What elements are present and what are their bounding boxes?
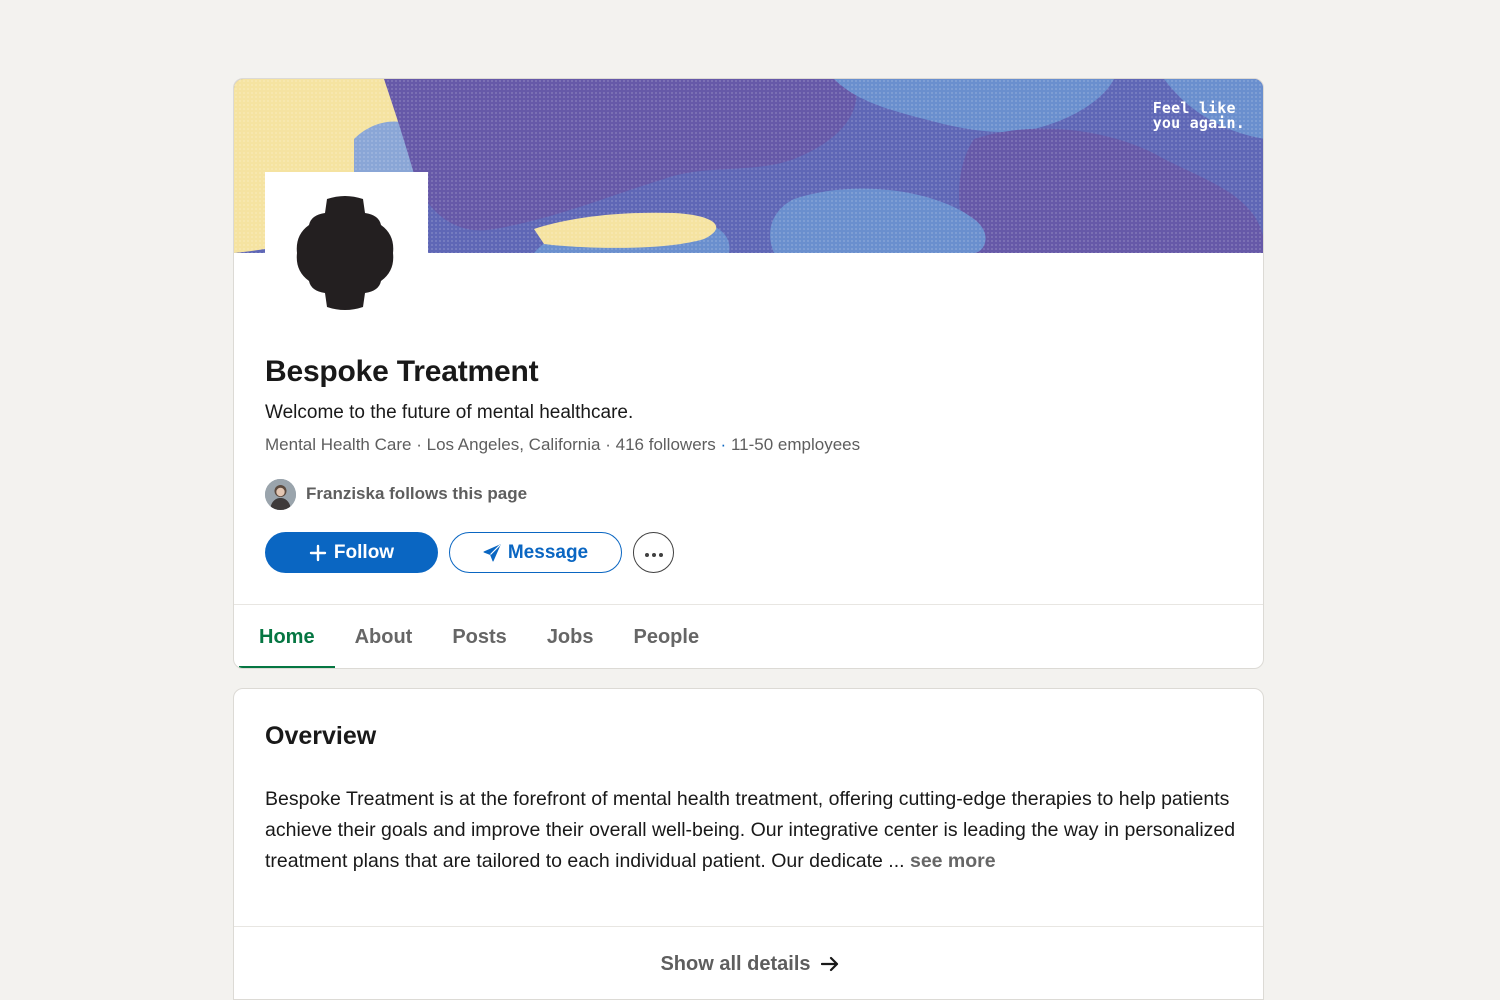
show-all-label: Show all details (660, 952, 811, 975)
overview-card: Overview Bespoke Treatment is at the for… (233, 688, 1264, 1000)
banner-tagline: Feel like you again. (1152, 99, 1245, 132)
company-profile-card: Feel like you again. Bespoke Treatment W… (233, 78, 1264, 669)
tab-people[interactable]: People (614, 605, 720, 668)
company-name: Bespoke Treatment (265, 355, 539, 388)
overview-title: Overview (265, 722, 377, 750)
tab-about[interactable]: About (335, 605, 433, 668)
industry: Mental Health Care (265, 435, 412, 454)
avatar (265, 478, 296, 510)
page-tabs: Home About Posts Jobs People (239, 605, 720, 668)
arrow-right-icon (820, 956, 839, 972)
overview-body: Bespoke Treatment is at the forefront of… (265, 784, 1240, 877)
see-more-link[interactable]: see more (910, 850, 996, 872)
meta-separator: · (605, 435, 611, 454)
company-tagline: Welcome to the future of mental healthca… (265, 402, 634, 423)
overview-description: Bespoke Treatment is at the forefront of… (265, 788, 1236, 872)
plus-icon (309, 544, 327, 562)
company-meta: Mental Health Care · Los Angeles, Califo… (265, 435, 860, 455)
location: Los Angeles, California (426, 435, 601, 454)
connection-text: Franziska follows this page (306, 484, 528, 503)
message-button[interactable]: Message (449, 532, 622, 573)
show-all-details-button[interactable]: Show all details (234, 927, 1263, 999)
action-bar: Follow Message (265, 532, 674, 573)
send-icon (483, 544, 501, 562)
company-logo-mark (296, 196, 394, 310)
message-label: Message (507, 541, 589, 563)
connection-follows[interactable]: Franziska follows this page (265, 478, 527, 510)
company-logo[interactable] (265, 172, 428, 335)
meta-separator: · (720, 435, 727, 454)
avatar-image (265, 478, 296, 510)
tab-jobs[interactable]: Jobs (527, 605, 614, 668)
employees-count[interactable]: 11-50 employees (731, 435, 860, 454)
tab-home[interactable]: Home (239, 605, 335, 668)
followers-count[interactable]: 416 followers (616, 435, 716, 454)
follow-label: Follow (333, 541, 395, 563)
meta-separator: · (416, 435, 422, 454)
more-actions-button[interactable] (633, 532, 674, 573)
ellipsis-icon (644, 542, 664, 564)
tab-posts[interactable]: Posts (432, 605, 526, 668)
follow-button[interactable]: Follow (265, 532, 438, 573)
